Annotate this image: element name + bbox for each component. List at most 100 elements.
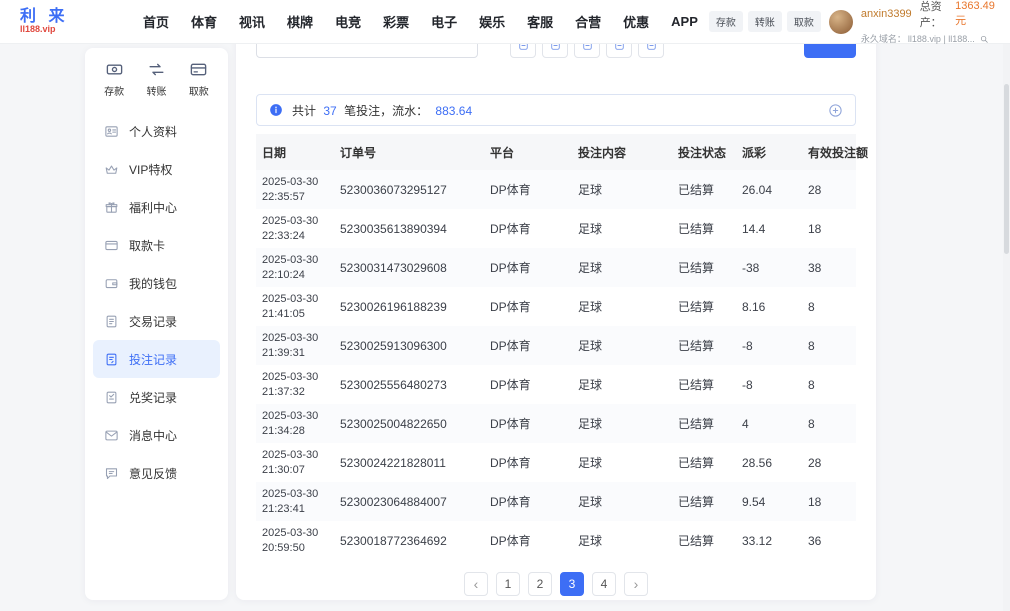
cell-payout: -8	[736, 365, 802, 404]
cell-valid-amount: 38	[802, 248, 856, 287]
cell-date-value: 2025-03-30	[262, 409, 328, 424]
transfer-icon	[147, 60, 166, 79]
table-header-cell: 投注状态	[672, 134, 736, 170]
cell-valid-amount: 8	[802, 404, 856, 443]
sidebar-menu: 个人资料VIP特权福利中心取款卡我的钱包交易记录投注记录兑奖记录消息中心意见反馈	[85, 112, 228, 492]
table-header-row: 日期订单号平台投注内容投注状态派彩有效投注额	[256, 134, 856, 170]
sidebar-item-feedback[interactable]: 意见反馈	[93, 454, 220, 492]
cell-status: 已结算	[672, 482, 736, 521]
nav-item[interactable]: 体育	[180, 12, 228, 31]
message-icon	[104, 428, 119, 443]
cell-platform: DP体育	[484, 482, 572, 521]
cell-status: 已结算	[672, 365, 736, 404]
cell-date-value: 2025-03-30	[262, 175, 328, 190]
nav-item[interactable]: 电竞	[324, 12, 372, 31]
nav-item[interactable]: 合营	[564, 12, 612, 31]
table-header-cell: 投注内容	[572, 134, 672, 170]
cell-valid-amount: 8	[802, 365, 856, 404]
sidebar-item-bank-card[interactable]: 取款卡	[93, 226, 220, 264]
pagination-page-2[interactable]: 2	[528, 572, 552, 596]
search-icon[interactable]	[979, 34, 989, 44]
sidebar-quick-withdraw[interactable]: 取款	[189, 60, 209, 98]
sidebar-item-profile[interactable]: 个人资料	[93, 112, 220, 150]
table-header-cell: 订单号	[334, 134, 484, 170]
cell-date: 2025-03-3022:35:57	[256, 170, 334, 209]
cell-order: 5230026196188239	[334, 287, 484, 326]
browser-scrollbar[interactable]	[1003, 44, 1010, 611]
sidebar-item-bet-record[interactable]: 投注记录	[93, 340, 220, 378]
nav-item[interactable]: 视讯	[228, 12, 276, 31]
sidebar-quick-actions: 存款转账取款	[85, 60, 228, 112]
cell-status: 已结算	[672, 248, 736, 287]
quick-action-button[interactable]: 取款	[787, 11, 821, 32]
nav-item[interactable]: 彩票	[372, 12, 420, 31]
cell-date-value: 2025-03-30	[262, 370, 328, 385]
sidebar-item-welfare[interactable]: 福利中心	[93, 188, 220, 226]
table-header-cell: 日期	[256, 134, 334, 170]
sidebar-item-vip[interactable]: VIP特权	[93, 150, 220, 188]
sidebar-quick-deposit[interactable]: 存款	[104, 60, 124, 98]
bet-records-table: 日期订单号平台投注内容投注状态派彩有效投注额 2025-03-3022:35:5…	[256, 134, 856, 560]
sidebar-item-label: 取款卡	[129, 237, 165, 254]
nav-item[interactable]: 首页	[132, 12, 180, 31]
navbar-right: 存款转账取款 anxin3399 总资产： 1363.49元 永久域名： ll1…	[709, 0, 996, 45]
nav-item[interactable]: 棋牌	[276, 12, 324, 31]
cell-valid-amount: 8	[802, 326, 856, 365]
brand-logo[interactable]: 利 来 ll188.vip	[14, 8, 132, 35]
table-body: 2025-03-3022:35:575230036073295127DP体育足球…	[256, 170, 856, 560]
nav-item[interactable]: 优惠	[612, 12, 660, 31]
sidebar-item-wallet[interactable]: 我的钱包	[93, 264, 220, 302]
profile-icon	[104, 124, 119, 139]
nav-item[interactable]: 电子	[420, 12, 468, 31]
table-row: 2025-03-3022:33:245230035613890394DP体育足球…	[256, 209, 856, 248]
sidebar-item-message[interactable]: 消息中心	[93, 416, 220, 454]
pagination-prev-button[interactable]: ‹	[464, 572, 488, 596]
plus-circle-icon[interactable]	[828, 103, 843, 118]
sidebar-quick-transfer[interactable]: 转账	[146, 60, 166, 98]
pagination-next-button[interactable]: ›	[624, 572, 648, 596]
pagination-page-4[interactable]: 4	[592, 572, 616, 596]
cell-status: 已结算	[672, 521, 736, 560]
sidebar-item-transaction[interactable]: 交易记录	[93, 302, 220, 340]
deposit-icon	[105, 60, 124, 79]
cell-order: 5230025004822650	[334, 404, 484, 443]
pagination-page-3[interactable]: 3	[560, 572, 584, 596]
summary-turnover: 883.64	[435, 104, 472, 118]
permanent-domain-value: ll188.vip | ll188...	[908, 34, 975, 44]
welfare-icon	[104, 200, 119, 215]
cell-payout: -38	[736, 248, 802, 287]
quick-action-button[interactable]: 转账	[748, 11, 782, 32]
cell-payout: 28.56	[736, 443, 802, 482]
cell-time-value: 21:30:07	[262, 463, 328, 478]
nav-item[interactable]: 客服	[516, 12, 564, 31]
cell-content: 足球	[572, 521, 672, 560]
cell-order: 5230023064884007	[334, 482, 484, 521]
user-avatar[interactable]	[829, 10, 853, 34]
prize-icon	[104, 390, 119, 405]
cell-date-value: 2025-03-30	[262, 331, 328, 346]
cell-content: 足球	[572, 443, 672, 482]
pagination-page-1[interactable]: 1	[496, 572, 520, 596]
top-navbar: 利 来 ll188.vip 首页体育视讯棋牌电竞彩票电子娱乐客服合营优惠APP …	[0, 0, 1010, 44]
sidebar-item-label: 交易记录	[129, 313, 177, 330]
cell-content: 足球	[572, 404, 672, 443]
info-icon	[269, 103, 283, 117]
cell-valid-amount: 28	[802, 443, 856, 482]
cell-content: 足球	[572, 248, 672, 287]
cell-date-value: 2025-03-30	[262, 292, 328, 307]
cell-time-value: 21:41:05	[262, 307, 328, 322]
cell-time-value: 21:39:31	[262, 346, 328, 361]
cell-platform: DP体育	[484, 404, 572, 443]
cell-payout: 9.54	[736, 482, 802, 521]
cell-valid-amount: 18	[802, 209, 856, 248]
nav-item[interactable]: APP	[660, 14, 709, 29]
cell-platform: DP体育	[484, 365, 572, 404]
quick-action-button[interactable]: 存款	[709, 11, 743, 32]
nav-item[interactable]: 娱乐	[468, 12, 516, 31]
sidebar-item-prize[interactable]: 兑奖记录	[93, 378, 220, 416]
summary-text: 共计 37 笔投注，流水： 883.64	[290, 102, 474, 119]
cell-time-value: 21:23:41	[262, 502, 328, 517]
cell-date-value: 2025-03-30	[262, 526, 328, 541]
scrollbar-thumb[interactable]	[1004, 84, 1009, 254]
cell-payout: 33.12	[736, 521, 802, 560]
